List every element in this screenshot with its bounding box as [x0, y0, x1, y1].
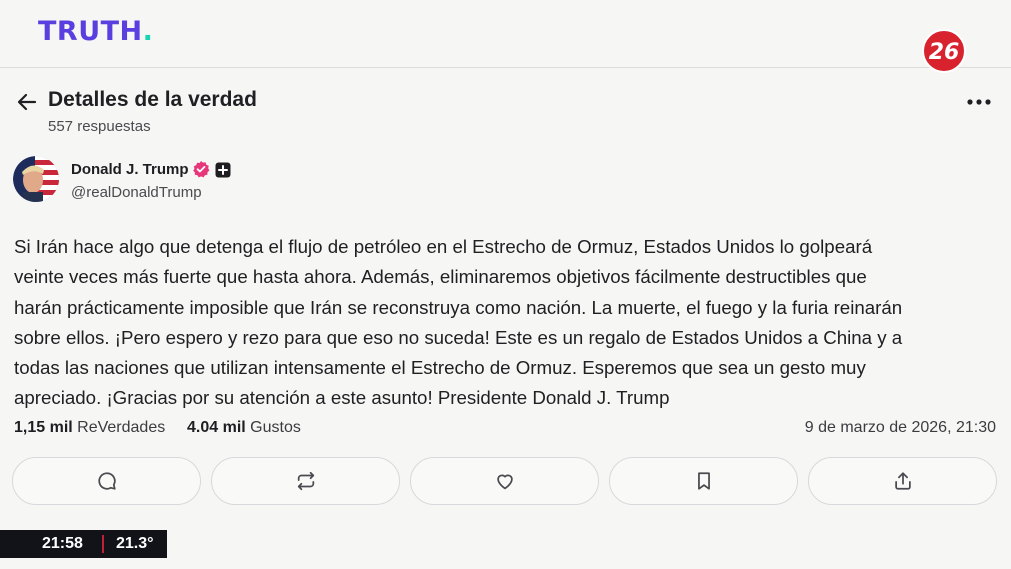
reply-icon — [97, 472, 116, 490]
post-line: sobre ellos. ¡Pero espero y rezo para qu… — [14, 326, 903, 348]
likes-count: 4.04 mil — [187, 419, 246, 436]
retruths-count: 1,15 mil — [14, 419, 73, 436]
post-line: harán prácticamente imposible que Irán s… — [14, 296, 903, 318]
page-header: Detalles de la verdad 557 respuestas — [0, 84, 1011, 144]
author-name[interactable]: Donald J. Trump — [71, 161, 189, 178]
post-author: Donald J. Trump @realDonaldTrump — [13, 156, 613, 206]
post-line: apreciado. ¡Gracias por su atención a es… — [14, 387, 670, 409]
ticker-temperature: 21.3° — [116, 535, 154, 552]
reply-button[interactable] — [12, 457, 201, 505]
repost-button[interactable] — [211, 457, 400, 505]
more-horizontal-icon[interactable] — [966, 98, 992, 106]
post-actions — [12, 457, 999, 505]
like-button[interactable] — [410, 457, 599, 505]
reply-count[interactable]: 557 respuestas — [48, 118, 151, 135]
share-icon — [894, 472, 911, 490]
author-handle[interactable]: @realDonaldTrump — [71, 184, 202, 201]
channel-badge-text: 26 — [929, 40, 960, 65]
post-line: veinte veces más fuerte que hasta ahora.… — [14, 266, 867, 288]
arrow-left-icon[interactable] — [15, 90, 39, 114]
plus-badge-icon — [215, 162, 231, 178]
bookmark-icon — [697, 472, 710, 490]
post-stats: 1,15 mil ReVerdades 4.04 mil Gustos 9 de… — [14, 419, 999, 441]
likes-label: Gustos — [250, 419, 301, 436]
post-text: Si Irán hace algo que detenga el flujo d… — [14, 232, 999, 414]
bookmark-button[interactable] — [609, 457, 798, 505]
page-title: Detalles de la verdad — [48, 88, 257, 111]
avatar[interactable] — [13, 156, 59, 202]
ticker-time: 21:58 — [42, 535, 83, 552]
ticker-separator — [102, 535, 104, 553]
channel-26-logo: 26 — [922, 29, 966, 73]
repost-icon — [297, 471, 314, 491]
retruths-stat[interactable]: 1,15 mil ReVerdades — [14, 419, 165, 437]
post-timestamp: 9 de marzo de 2026, 21:30 — [804, 419, 996, 436]
broadcast-ticker: 21:58 21.3° — [0, 530, 167, 558]
retruths-label: ReVerdades — [77, 419, 166, 436]
likes-stat[interactable]: 4.04 mil Gustos — [187, 419, 301, 437]
post-line: Si Irán hace algo que detenga el flujo d… — [14, 236, 873, 257]
post-line: todas las naciones que utilizan intensam… — [14, 357, 866, 379]
verified-badge-icon — [193, 161, 210, 178]
share-button[interactable] — [808, 457, 997, 505]
heart-icon — [496, 474, 513, 490]
top-bar: TRUTH. — [0, 0, 1011, 68]
truth-social-logo[interactable]: TRUTH. — [38, 16, 153, 47]
